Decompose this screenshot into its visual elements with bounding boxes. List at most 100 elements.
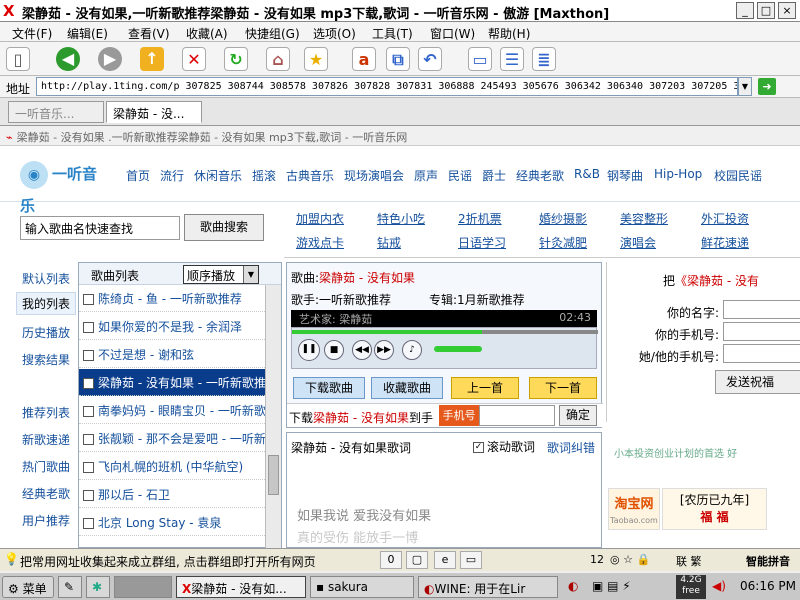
tray-icon[interactable]: ▣ ▤ ⚡ — [592, 579, 631, 593]
collect-song-button[interactable]: 收藏歌曲 — [371, 377, 443, 399]
ime-label[interactable]: 智能拼音 — [746, 553, 790, 569]
favorites-star-icon[interactable]: ★ — [304, 47, 328, 71]
nav-classical[interactable]: 古典音乐 — [286, 167, 334, 184]
ad-link[interactable]: 婚纱摄影 — [539, 210, 587, 227]
list-search-results[interactable]: 搜索结果 — [22, 351, 70, 368]
menu-help[interactable]: 帮助(H) — [488, 25, 530, 42]
start-menu-button[interactable]: ⚙ 菜单 — [2, 576, 54, 598]
ad-link[interactable]: 特色小吃 — [377, 210, 425, 227]
ad-link[interactable]: 2折机票 — [458, 210, 502, 227]
close-button[interactable]: × — [778, 2, 796, 19]
nav-oldies[interactable]: 经典老歌 — [516, 167, 564, 184]
sidebar-icon[interactable]: ☰ — [500, 47, 524, 71]
song-checkbox[interactable] — [83, 350, 94, 361]
ad-link[interactable]: 针灸减肥 — [539, 234, 587, 251]
monitor-icon[interactable]: ▭ — [460, 551, 482, 569]
ime-extra[interactable]: 联 繁 — [676, 553, 702, 569]
site-logo[interactable]: ◉ 一听音乐 — [20, 158, 110, 215]
ad-text-link[interactable]: 小本投资创业计划的首选 好 — [614, 445, 737, 460]
phone-input[interactable] — [479, 405, 555, 426]
ad-link[interactable]: 演唱会 — [620, 234, 656, 251]
playlist-item-selected[interactable]: 梁静茹 - 没有如果 - 一听新歌推荐 — [79, 369, 265, 396]
playlist-scrollbar[interactable] — [265, 285, 281, 548]
menu-favorites[interactable]: 收藏(A) — [186, 25, 228, 42]
task-wine[interactable]: ◐WINE: 用于在Lir — [418, 576, 558, 598]
list-recommended[interactable]: 推荐列表 — [22, 404, 70, 421]
nav-soundtrack[interactable]: 原声 — [414, 167, 438, 184]
playlist-item[interactable]: 如果你爱的不是我 - 余润泽 — [79, 313, 265, 340]
list-mine[interactable]: 我的列表 — [16, 292, 77, 315]
volume-slider[interactable] — [434, 346, 482, 352]
name-input[interactable] — [723, 300, 800, 319]
counter-box[interactable]: 0 — [380, 551, 402, 569]
auto-scroll-toggle[interactable]: ✓ 滚动歌词 — [473, 438, 535, 455]
previous-icon[interactable]: ◀◀ — [352, 340, 372, 360]
progress-bar[interactable] — [292, 330, 598, 334]
scrollbar-thumb[interactable] — [268, 455, 279, 495]
song-checkbox[interactable] — [83, 490, 94, 501]
maximize-button[interactable]: □ — [757, 2, 775, 19]
font-size-icon[interactable]: a — [352, 47, 376, 71]
song-checkbox[interactable] — [83, 462, 94, 473]
nav-home[interactable]: 首页 — [126, 167, 150, 184]
go-icon[interactable]: ➜ — [758, 78, 776, 95]
ad-link[interactable]: 外汇投资 — [701, 210, 749, 227]
up-folder-icon[interactable]: ↑ — [140, 47, 164, 71]
nav-hiphop[interactable]: Hip-Hop — [654, 167, 702, 181]
anniversary-ad[interactable]: [农历已九年] 福 福 — [662, 488, 767, 530]
nav-jazz[interactable]: 爵士 — [482, 167, 506, 184]
ad-link[interactable]: 加盟内衣 — [296, 210, 344, 227]
list-history[interactable]: 历史播放 — [22, 324, 70, 341]
song-search-input[interactable] — [20, 216, 180, 240]
play-mode-select[interactable]: 顺序播放 ▼ — [183, 265, 259, 284]
menu-view[interactable]: 查看(V) — [128, 25, 170, 42]
menu-groups[interactable]: 快捷组(G) — [245, 25, 300, 42]
playlist-item[interactable]: 南拳妈妈 - 眼睛宝贝 - 一听新歌推荐 — [79, 397, 265, 424]
list-hot-songs[interactable]: 热门歌曲 — [22, 458, 70, 475]
desktop-pager[interactable] — [114, 576, 172, 598]
ad-link[interactable]: 日语学习 — [458, 234, 506, 251]
pause-icon[interactable]: ❚❚ — [298, 339, 320, 361]
next-icon[interactable]: ▶▶ — [374, 340, 394, 360]
lyrics-correction-link[interactable]: 歌词纠错 — [547, 439, 595, 456]
menu-tools[interactable]: 工具(T) — [372, 25, 413, 42]
task-maxthon[interactable]: X梁静茹 - 没有如... — [176, 576, 306, 598]
nav-rnb[interactable]: R&B — [574, 167, 600, 181]
ad-link[interactable]: 游戏点卡 — [296, 234, 344, 251]
new-page-icon[interactable]: ▯ — [6, 47, 30, 71]
menu-options[interactable]: 选项(O) — [313, 25, 356, 42]
menu-file[interactable]: 文件(F) — [12, 25, 52, 42]
nav-folk[interactable]: 民谣 — [448, 167, 472, 184]
refresh-icon[interactable]: ↻ — [224, 47, 248, 71]
list-new-songs[interactable]: 新歌速递 — [22, 431, 70, 448]
nav-pop[interactable]: 流行 — [160, 167, 184, 184]
volume-icon[interactable]: ♪ — [402, 340, 422, 360]
next-song-button[interactable]: 下一首 — [529, 377, 597, 399]
app-icon[interactable]: ✎ — [58, 576, 82, 598]
list-default[interactable]: 默认列表 — [22, 270, 70, 287]
task-sakura[interactable]: ▪ sakura — [310, 576, 414, 598]
playlist-item[interactable]: 张靓颖 - 那不会是爱吧 - 一听新歌推荐 — [79, 425, 265, 452]
menu-edit[interactable]: 编辑(E) — [67, 25, 108, 42]
url-input[interactable]: http://play.1ting.com/p 307825 308744 30… — [36, 77, 738, 96]
taobao-ad[interactable]: 淘宝网 Taobao.com — [608, 488, 660, 530]
ie-icon[interactable]: e — [434, 551, 456, 569]
playlist-item[interactable]: 陈绮贞 - 鱼 - 一听新歌推荐 — [79, 285, 265, 312]
list-icon[interactable]: ≣ — [532, 47, 556, 71]
confirm-button[interactable]: 确定 — [559, 405, 597, 426]
tray-icon[interactable]: ◐ — [568, 579, 578, 593]
minimize-button[interactable]: _ — [736, 2, 754, 19]
ad-link[interactable]: 钻戒 — [377, 234, 401, 251]
stop-icon[interactable]: ■ — [324, 340, 344, 360]
window-icon[interactable]: ⧉ — [386, 47, 410, 71]
song-checkbox[interactable] — [83, 294, 94, 305]
nav-campus[interactable]: 校园民谣 — [714, 167, 762, 184]
url-dropdown-icon[interactable]: ▼ — [738, 77, 752, 96]
list-user-picks[interactable]: 用户推荐 — [22, 512, 70, 529]
app-icon[interactable]: ✱ — [86, 576, 110, 598]
song-checkbox[interactable] — [83, 378, 94, 389]
song-checkbox[interactable] — [83, 518, 94, 529]
download-song-button[interactable]: 下载歌曲 — [293, 377, 365, 399]
nav-live[interactable]: 现场演唱会 — [344, 167, 404, 184]
nav-rock[interactable]: 摇滚 — [252, 167, 276, 184]
